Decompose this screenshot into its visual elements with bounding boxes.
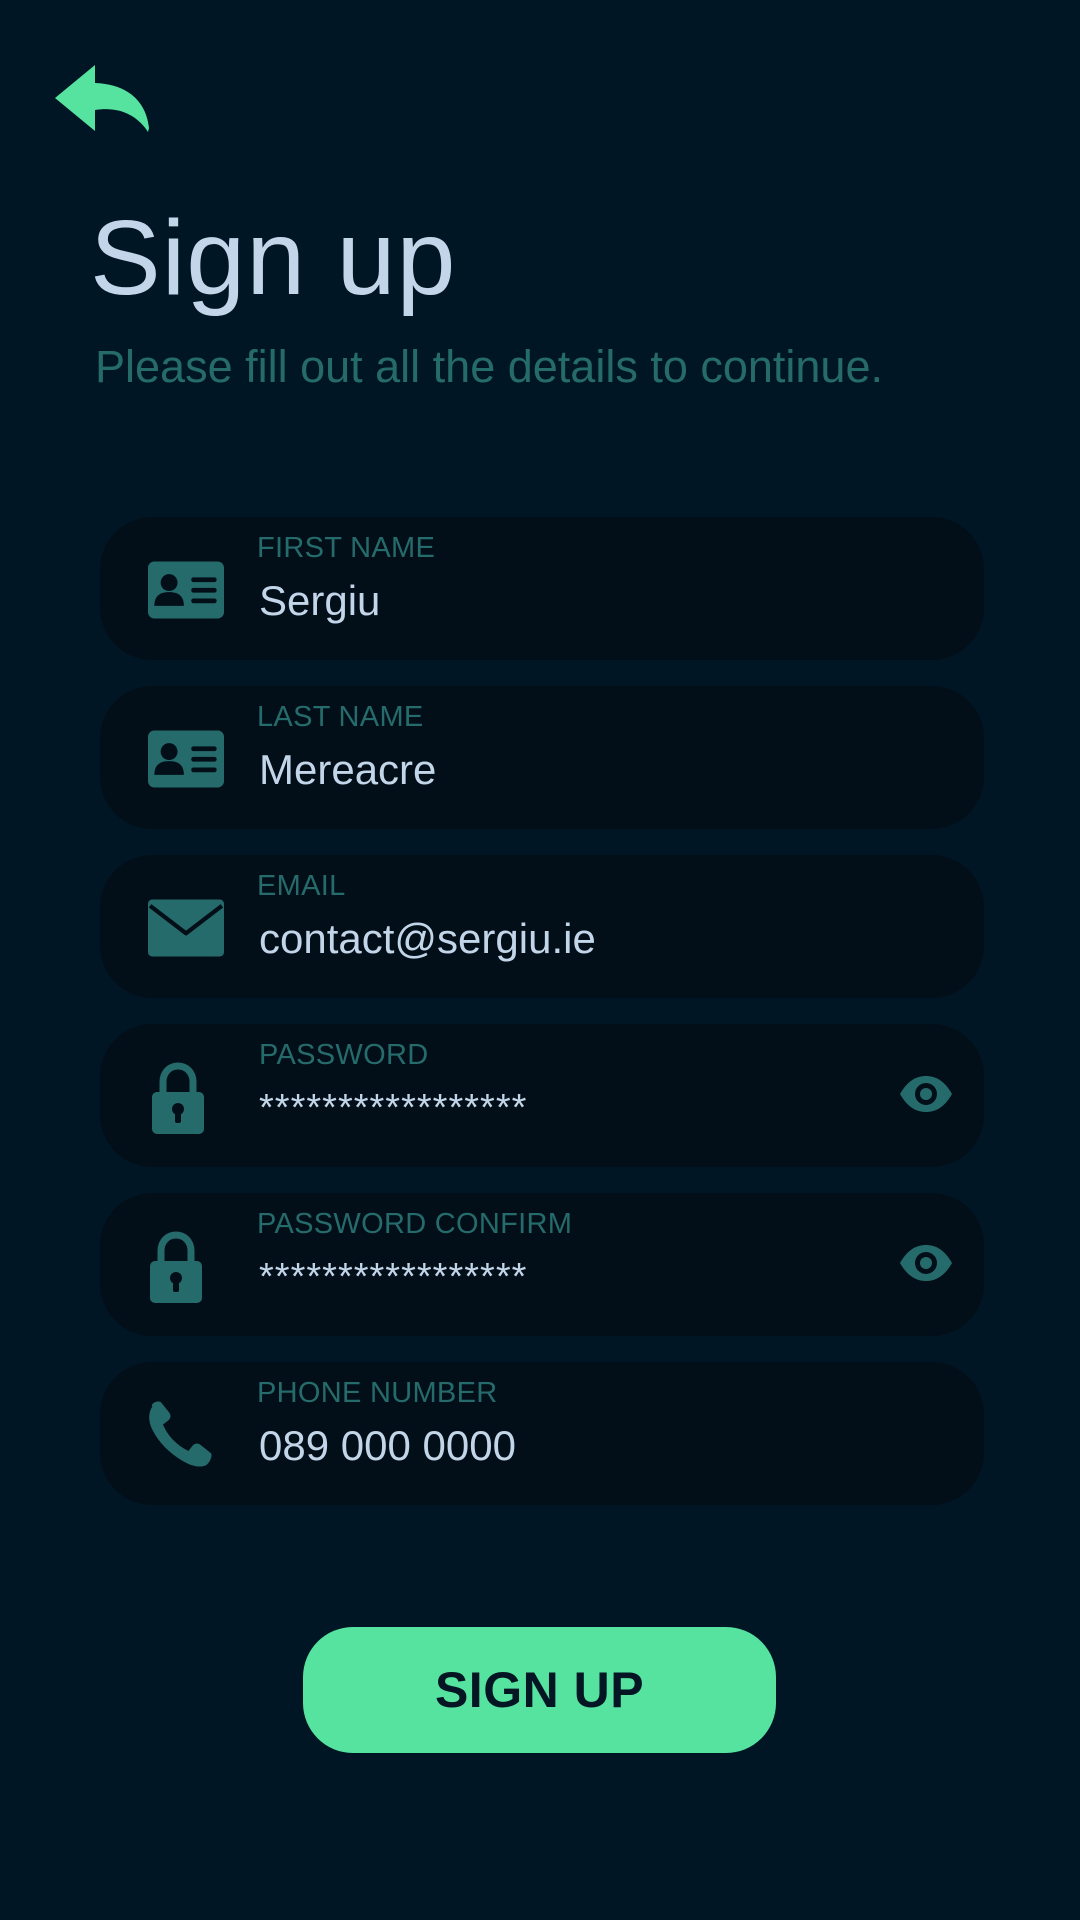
back-arrow-icon (55, 65, 149, 132)
first-name-field[interactable]: FIRST NAME (100, 517, 984, 660)
email-input[interactable] (259, 909, 859, 969)
email-label: EMAIL (257, 870, 346, 902)
back-button[interactable] (52, 60, 152, 140)
password-confirm-label: PASSWORD CONFIRM (257, 1208, 573, 1240)
eye-icon[interactable] (898, 1241, 954, 1285)
last-name-field[interactable]: LAST NAME (100, 686, 984, 829)
password-field[interactable]: PASSWORD (100, 1024, 984, 1167)
email-field[interactable]: EMAIL (100, 855, 984, 998)
first-name-label: FIRST NAME (257, 532, 436, 564)
phone-number-input[interactable] (259, 1416, 859, 1476)
password-confirm-field[interactable]: PASSWORD CONFIRM (100, 1193, 984, 1336)
phone-number-field[interactable]: PHONE NUMBER (100, 1362, 984, 1505)
phone-icon (146, 1400, 214, 1468)
page-subtitle: Please fill out all the details to conti… (95, 341, 883, 392)
lock-icon (152, 1062, 204, 1134)
page-title: Sign up (90, 199, 457, 317)
phone-number-label: PHONE NUMBER (257, 1377, 498, 1409)
last-name-label: LAST NAME (257, 701, 424, 733)
sign-up-button[interactable]: SIGN UP (303, 1627, 776, 1753)
password-input[interactable] (259, 1078, 819, 1138)
eye-icon[interactable] (898, 1072, 954, 1116)
id-card-icon (148, 557, 224, 623)
first-name-input[interactable] (259, 571, 859, 631)
last-name-input[interactable] (259, 740, 859, 800)
password-confirm-input[interactable] (259, 1247, 819, 1307)
lock-icon (150, 1231, 202, 1303)
password-label: PASSWORD (259, 1039, 429, 1071)
id-card-icon (148, 726, 224, 792)
envelope-icon (148, 895, 224, 961)
